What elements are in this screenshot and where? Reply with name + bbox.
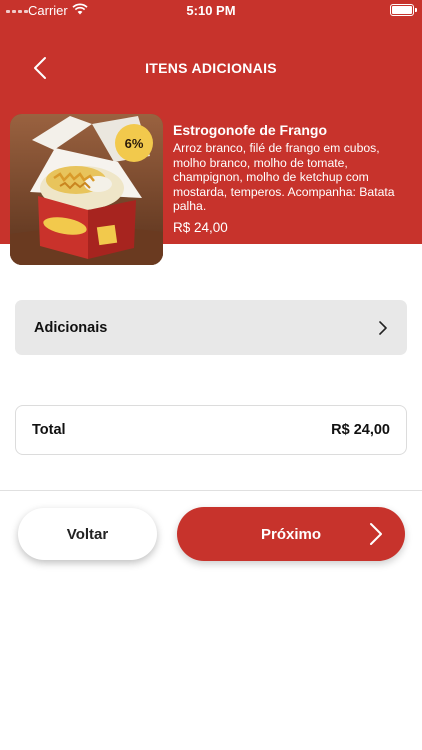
addons-row[interactable]: Adicionais [15, 300, 407, 355]
total-box: Total R$ 24,00 [15, 405, 407, 455]
chevron-right-icon [370, 523, 382, 545]
chevron-right-icon [379, 320, 387, 335]
addons-label: Adicionais [34, 319, 108, 336]
product-info: Estrogonofe de Frango Arroz branco, filé… [173, 122, 411, 235]
back-button[interactable]: Voltar [18, 508, 157, 560]
status-time: 5:10 PM [186, 3, 236, 18]
divider [0, 490, 422, 491]
next-button[interactable]: Próximo [177, 507, 405, 561]
total-value: R$ 24,00 [331, 422, 390, 438]
product-description: Arroz branco, filé de frango em cubos, m… [173, 141, 395, 213]
discount-badge: 6% [115, 124, 153, 162]
status-bar: Carrier 5:10 PM [0, 0, 422, 22]
product-name: Estrogonofe de Frango [173, 122, 327, 138]
total-label: Total [32, 422, 66, 438]
page-title: ITENS ADICIONAIS [145, 60, 277, 76]
next-button-label: Próximo [260, 525, 321, 543]
battery-icon [390, 4, 417, 16]
product-price: R$ 24,00 [173, 219, 228, 235]
